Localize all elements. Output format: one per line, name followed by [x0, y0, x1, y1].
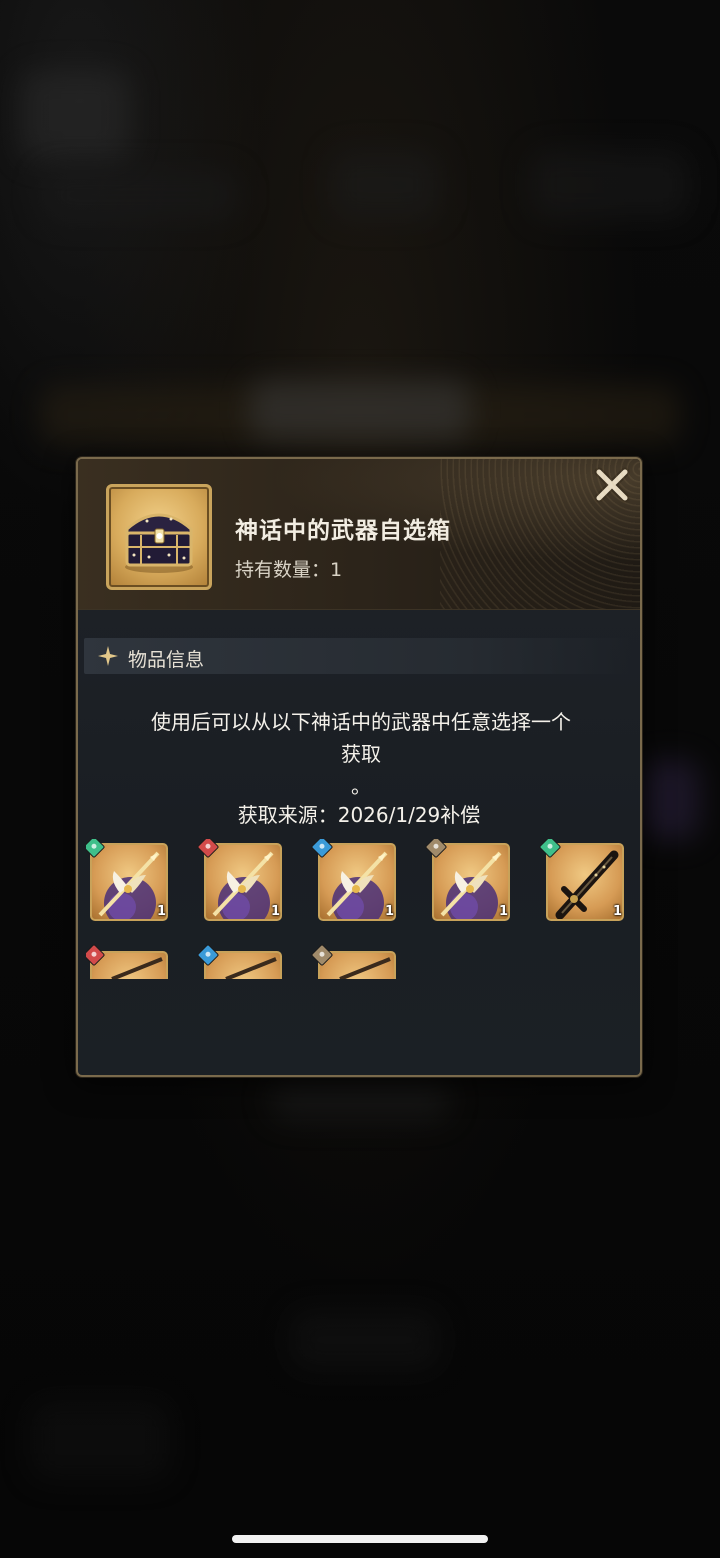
background-blur — [330, 150, 440, 220]
item-detail-dialog: 神话中的武器自选箱 持有数量：1 物品信息 使用后可以从以下神话中的武器中任意选… — [76, 457, 642, 1077]
reward-count: 1 — [612, 904, 622, 919]
dialog-header: 神话中的武器自选箱 持有数量：1 — [78, 459, 640, 610]
reward-item-slot[interactable] — [310, 943, 396, 979]
source-label: 获取来源： — [237, 803, 338, 827]
owned-count: 1 — [330, 559, 343, 581]
reward-item-slot[interactable]: 1 — [424, 839, 510, 921]
background-blur — [30, 1400, 170, 1480]
close-button[interactable] — [590, 465, 634, 505]
reward-item-slot[interactable]: 1 — [196, 839, 282, 921]
background-blur — [270, 1080, 450, 1120]
section-header-item-info: 物品信息 — [84, 638, 632, 674]
reward-item-slot[interactable]: 1 — [538, 839, 624, 921]
item-icon-frame — [106, 484, 212, 590]
reward-count: 1 — [156, 904, 166, 919]
owned-quantity: 持有数量：1 — [235, 555, 342, 582]
reward-item-slot[interactable] — [86, 943, 168, 979]
reward-item-slot[interactable]: 1 — [310, 839, 396, 921]
background-blur — [250, 380, 470, 440]
background-blur — [640, 760, 700, 840]
background-blur — [20, 70, 130, 160]
close-icon — [594, 467, 630, 503]
sparkle-star-icon — [98, 646, 118, 666]
reward-item-slot[interactable] — [196, 943, 282, 979]
item-source: 获取来源：2026/1/29补偿 — [78, 799, 640, 828]
description-line: 。 — [351, 774, 371, 798]
background-blur — [530, 150, 690, 220]
reward-count: 1 — [270, 904, 280, 919]
section-title: 物品信息 — [128, 649, 205, 671]
description-line: 获取 — [341, 742, 381, 766]
treasure-chest-icon — [125, 513, 193, 573]
description-line: 使用后可以从以下神话中的武器中任意选择一个 — [151, 710, 571, 734]
screen: 神话中的武器自选箱 持有数量：1 物品信息 使用后可以从以下神话中的武器中任意选… — [0, 0, 720, 1558]
reward-count: 1 — [498, 904, 508, 919]
item-name: 神话中的武器自选箱 — [235, 518, 451, 544]
background-blur — [40, 170, 240, 220]
home-indicator[interactable] — [232, 1535, 488, 1543]
reward-grid: 1 1 1 1 1 — [86, 839, 636, 979]
reward-count: 1 — [384, 904, 394, 919]
background-blur — [290, 1310, 440, 1370]
reward-item-slot[interactable]: 1 — [86, 839, 168, 921]
owned-label: 持有数量： — [235, 559, 331, 581]
source-value: 2026/1/29补偿 — [337, 803, 481, 827]
item-description: 使用后可以从以下神话中的武器中任意选择一个 获取 。 — [98, 706, 624, 802]
